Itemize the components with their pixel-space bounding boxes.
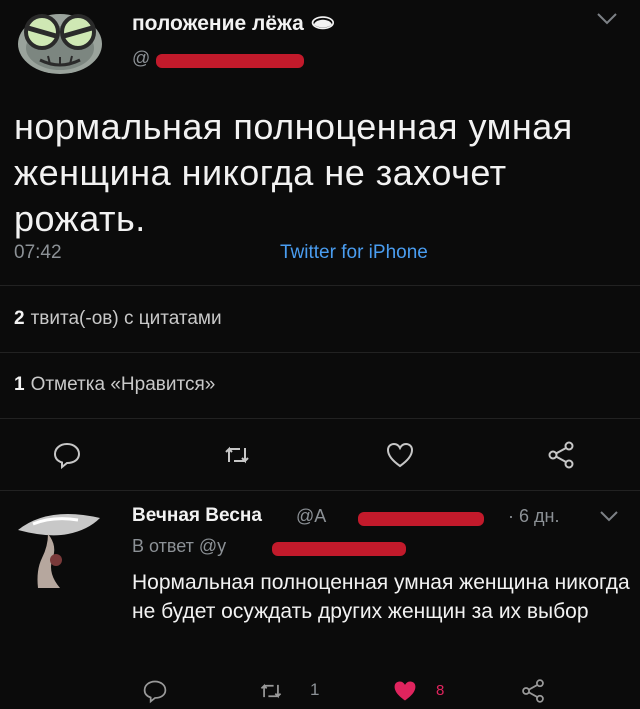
reply-time: · 6 дн. <box>508 506 560 526</box>
heart-icon[interactable] <box>385 440 415 470</box>
chevron-down-icon[interactable] <box>598 508 620 524</box>
quote-count: 2 <box>14 308 25 329</box>
redacted-handle <box>156 54 304 68</box>
retweet-icon[interactable] <box>258 678 284 704</box>
redacted-handle <box>358 512 484 526</box>
reply-like-count: 8 <box>436 682 445 699</box>
author-avatar[interactable] <box>10 4 110 78</box>
author-handle[interactable]: @ <box>132 48 304 69</box>
reply-to-label[interactable]: В ответ @y <box>132 536 226 557</box>
chevron-down-icon[interactable] <box>595 10 619 28</box>
tweet-time: 07:42 <box>14 242 62 263</box>
reply-icon[interactable] <box>52 440 82 470</box>
like-count: 1 <box>14 374 25 395</box>
reply-text: Нормальная полноценная умная женщина ник… <box>132 571 630 623</box>
divider <box>0 352 640 353</box>
heart-icon[interactable] <box>392 678 418 704</box>
quote-label: твита(-ов) с цитатами <box>30 308 222 329</box>
likes-stat[interactable]: 1 Отметка «Нравится» <box>14 374 215 396</box>
tweet-text: нормальная полноценная умная женщина ник… <box>14 106 573 239</box>
reply-retweet-count: 1 <box>310 680 320 699</box>
divider <box>0 490 640 491</box>
share-icon[interactable] <box>546 440 576 470</box>
reply-author-handle[interactable]: @A <box>296 506 326 527</box>
handle-prefix: @ <box>132 48 151 68</box>
divider <box>0 418 640 419</box>
like-label: Отметка «Нравится» <box>30 374 216 395</box>
retweet-icon[interactable] <box>222 440 252 470</box>
redacted-handle <box>272 542 406 556</box>
quote-tweets-stat[interactable]: 2 твита(-ов) с цитатами <box>14 308 222 330</box>
tweet-source-link[interactable]: Twitter for iPhone <box>280 242 428 264</box>
reply-author-avatar[interactable] <box>8 500 108 592</box>
share-icon[interactable] <box>520 678 546 704</box>
divider <box>0 285 640 286</box>
author-name[interactable]: положение лёжа 🕳 <box>132 12 336 36</box>
reply-icon[interactable] <box>142 678 168 704</box>
reply-author-name[interactable]: Вечная Весна <box>132 505 262 527</box>
